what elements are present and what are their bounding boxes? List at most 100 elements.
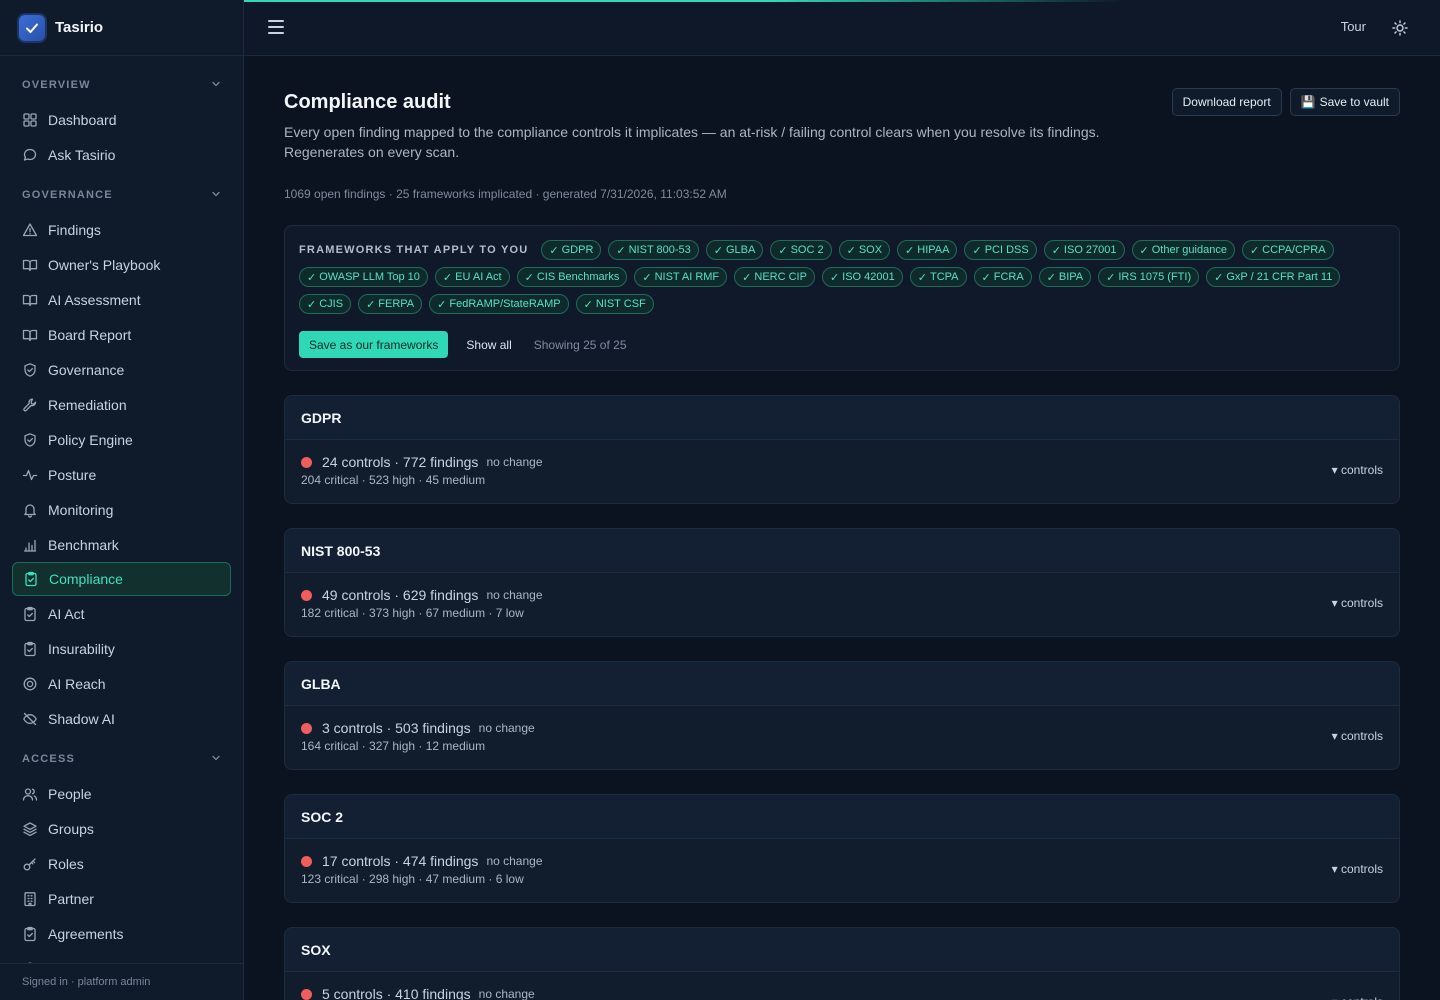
sidebar-item-monitoring[interactable]: Monitoring xyxy=(12,492,231,527)
sidebar-item-policy-engine[interactable]: Policy Engine xyxy=(12,422,231,457)
sidebar-item-compliance[interactable]: Compliance xyxy=(12,562,231,596)
check-icon: ✓ xyxy=(1106,271,1116,284)
sidebar-item-ask-tasirio[interactable]: Ask Tasirio xyxy=(12,137,231,172)
framework-chip[interactable]: ✓ FedRAMP/StateRAMP xyxy=(429,294,569,314)
sidebar-item-groups[interactable]: Groups xyxy=(12,811,231,846)
framework-chip[interactable]: ✓ NIST AI RMF xyxy=(634,267,728,287)
framework-chip-label: FedRAMP/StateRAMP xyxy=(449,298,561,310)
sidebar-item-benchmark[interactable]: Benchmark xyxy=(12,527,231,562)
framework-chip[interactable]: ✓ OWASP LLM Top 10 xyxy=(299,267,428,287)
building-icon xyxy=(22,891,38,907)
sidebar-item-label: Monitoring xyxy=(48,501,114,518)
sidebar-item-findings[interactable]: Findings xyxy=(12,212,231,247)
save-to-vault-label: Save to vault xyxy=(1319,95,1389,109)
framework-chip-label: OWASP LLM Top 10 xyxy=(319,271,420,283)
save-frameworks-button[interactable]: Save as our frameworks xyxy=(299,331,449,358)
sidebar-item-label: People xyxy=(48,785,92,802)
framework-chip-label: GDPR xyxy=(561,244,594,256)
download-report-label: Download report xyxy=(1182,95,1271,109)
framework-chip-list: FRAMEWORKS THAT APPLY TO YOU ✓ GDPR ✓ NIST … xyxy=(299,240,1385,314)
framework-chip[interactable]: ✓ GxP / 21 CFR Part 11 xyxy=(1206,267,1341,287)
sidebar-item-shadow-ai[interactable]: Shadow AI xyxy=(12,701,231,736)
framework-card-title: NIST 800-53 xyxy=(285,529,1399,573)
download-report-button[interactable]: Download report xyxy=(1171,88,1282,116)
frameworks-panel: FRAMEWORKS THAT APPLY TO YOU ✓ GDPR ✓ NIST … xyxy=(284,225,1400,371)
sun-theme-toggle-icon[interactable] xyxy=(1392,20,1408,36)
hamburger-menu-icon[interactable] xyxy=(268,20,284,34)
sidebar-item-insurability[interactable]: Insurability xyxy=(12,631,231,666)
brand[interactable]: Tasirio xyxy=(0,0,243,56)
sidebar-item-people[interactable]: People xyxy=(12,776,231,811)
sidebar-item-label: Shadow AI xyxy=(48,710,115,727)
framework-chip[interactable]: ✓ FCRA xyxy=(973,267,1032,287)
framework-chip[interactable]: ✓ NERC CIP xyxy=(734,267,815,287)
app-name: Tasirio xyxy=(55,19,104,36)
check-icon: ✓ xyxy=(981,271,991,284)
framework-chip-label: IRS 1075 (FTI) xyxy=(1118,271,1192,283)
sidebar-item-label: Ask Tasirio xyxy=(48,146,116,163)
sidebar-item-label: Groups xyxy=(48,820,94,837)
controls-toggle[interactable]: ▾ controls xyxy=(1332,995,1383,1000)
framework-chip[interactable]: ✓ SOC 2 xyxy=(770,240,832,260)
sidebar-item-ai-assessment[interactable]: AI Assessment xyxy=(12,282,231,317)
sidebar-item-owner-s-playbook[interactable]: Owner's Playbook xyxy=(12,247,231,282)
tour-button[interactable]: Tour xyxy=(1341,19,1366,34)
sidebar-item-board-report[interactable]: Board Report xyxy=(12,317,231,352)
framework-chip[interactable]: ✓ NIST 800-53 xyxy=(608,240,699,260)
framework-card-body: 5 controls · 410 findings no change ▾ cont… xyxy=(285,972,1399,1000)
sidebar-item-roles[interactable]: Roles xyxy=(12,846,231,881)
framework-chip[interactable]: ✓ GDPR xyxy=(541,240,602,260)
framework-chip[interactable]: ✓ EU AI Act xyxy=(434,267,510,287)
sidebar-item-ai-reach[interactable]: AI Reach xyxy=(12,666,231,701)
check-icon: ✓ xyxy=(917,271,927,284)
warning-triangle-icon xyxy=(22,222,38,238)
sidebar-item-label: Owner's Playbook xyxy=(48,256,161,273)
framework-chip[interactable]: ✓ Other guidance xyxy=(1131,240,1235,260)
framework-chip[interactable]: ✓ CJIS xyxy=(299,294,352,314)
framework-chip-label: FERPA xyxy=(378,298,415,310)
framework-chip[interactable]: ✓ ISO 27001 xyxy=(1043,240,1125,260)
framework-card-title: GLBA xyxy=(285,662,1399,706)
target-icon xyxy=(22,676,38,692)
check-icon: ✓ xyxy=(549,244,559,257)
status-dot xyxy=(301,722,312,734)
framework-chip[interactable]: ✓ HIPAA xyxy=(897,240,958,260)
sidebar-item-remediation[interactable]: Remediation xyxy=(12,387,231,422)
show-all-button[interactable]: Show all xyxy=(466,338,511,352)
save-to-vault-button[interactable]: 💾 Save to vault xyxy=(1289,88,1400,116)
grid-icon xyxy=(22,112,38,128)
framework-card: GLBA 3 controls · 503 findings no change 16… xyxy=(284,661,1400,770)
framework-chip[interactable]: ✓ FERPA xyxy=(358,294,423,314)
framework-chip-label: NIST 800-53 xyxy=(628,244,691,256)
clipboard-check-icon xyxy=(22,641,38,657)
sidebar-item-dashboard[interactable]: Dashboard xyxy=(12,102,231,137)
framework-chip[interactable]: ✓ CCPA/CPRA xyxy=(1241,240,1334,260)
framework-chip[interactable]: ✓ PCI DSS xyxy=(964,240,1037,260)
clipboard-check-icon xyxy=(22,606,38,622)
sidebar-item-partner[interactable]: Partner xyxy=(12,881,231,916)
framework-chip[interactable]: ✓ TCPA xyxy=(909,267,967,287)
sidebar-item-governance[interactable]: Governance xyxy=(12,352,231,387)
framework-chip[interactable]: ✓ NIST CSF xyxy=(575,294,654,314)
sidebar-item-agreements[interactable]: Agreements xyxy=(12,916,231,951)
framework-chip[interactable]: ✓ SOX xyxy=(838,240,891,260)
main-content: Download report 💾 Save to vault Complianc… xyxy=(284,56,1400,1000)
framework-chip-label: NERC CIP xyxy=(754,271,807,283)
section-header-overview[interactable]: OVERVIEW xyxy=(12,72,231,98)
controls-toggle[interactable]: ▾ controls xyxy=(1332,596,1383,610)
sidebar-item-ai-act[interactable]: AI Act xyxy=(12,596,231,631)
framework-chip[interactable]: ✓ ISO 42001 xyxy=(821,267,903,287)
framework-chip[interactable]: ✓ BIPA xyxy=(1038,267,1092,287)
controls-toggle[interactable]: ▾ controls xyxy=(1332,862,1383,876)
sidebar-item-label: Benchmark xyxy=(48,536,119,553)
framework-chip[interactable]: ✓ CIS Benchmarks xyxy=(516,267,628,287)
section-header-governance[interactable]: GOVERNANCE xyxy=(12,182,231,208)
controls-toggle[interactable]: ▾ controls xyxy=(1332,729,1383,743)
framework-chip[interactable]: ✓ IRS 1075 (FTI) xyxy=(1098,267,1200,287)
chevron-down-icon xyxy=(211,79,221,92)
sidebar-item-posture[interactable]: Posture xyxy=(12,457,231,492)
controls-toggle[interactable]: ▾ controls xyxy=(1332,463,1383,477)
framework-chip[interactable]: ✓ GLBA xyxy=(705,240,764,260)
signed-in-status: Signed in · platform admin xyxy=(0,963,243,1000)
section-header-access[interactable]: ACCESS xyxy=(12,746,231,772)
